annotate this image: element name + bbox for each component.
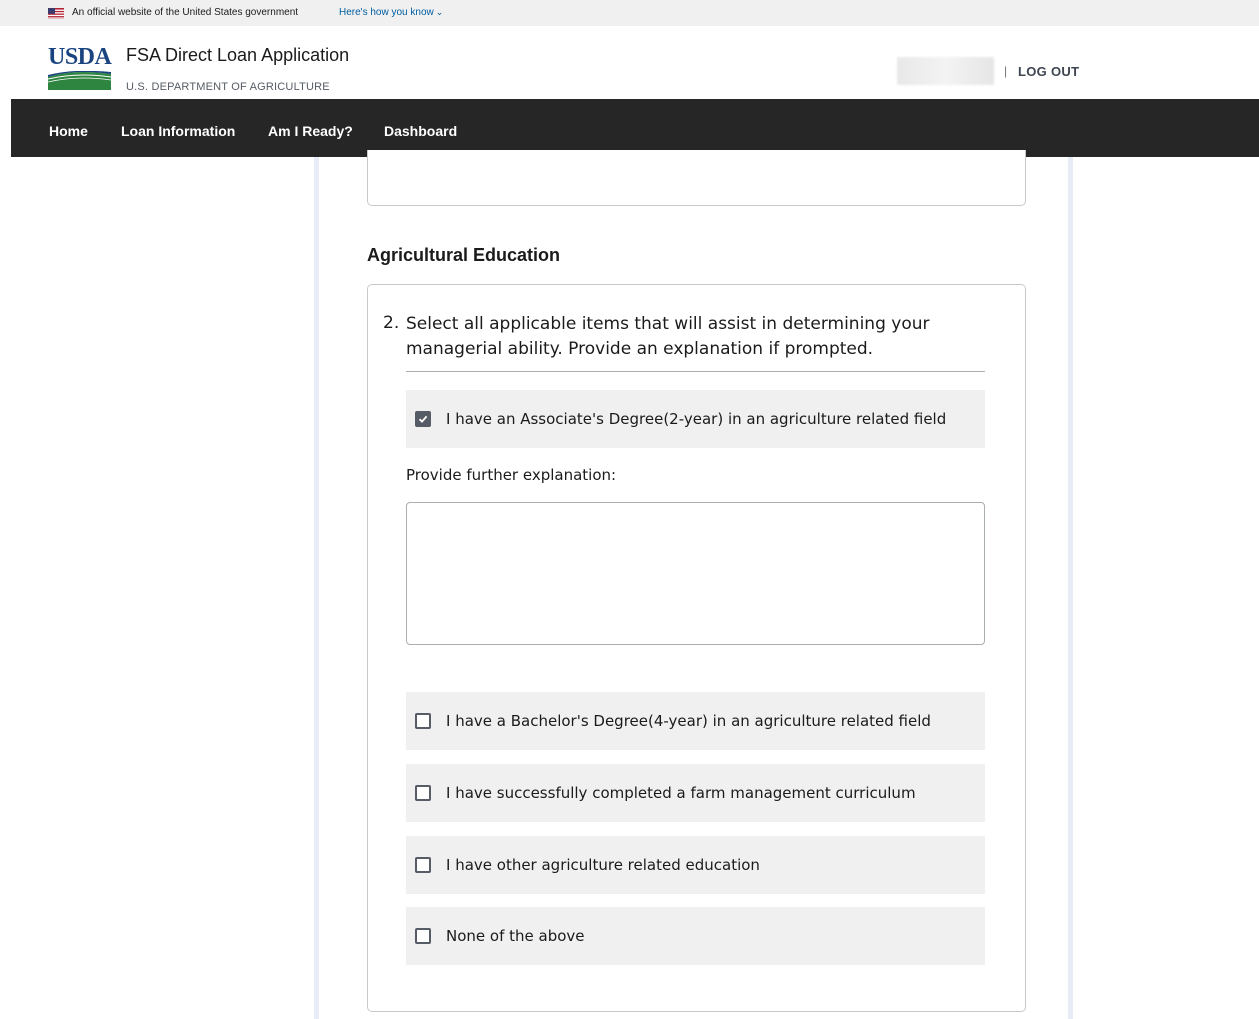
option-label: I have other agriculture related educati…: [446, 856, 760, 874]
main-nav: Home Loan Information Am I Ready? Dashbo…: [11, 99, 1259, 157]
option-other-education[interactable]: I have other agriculture related educati…: [406, 836, 985, 894]
app-title: FSA Direct Loan Application: [126, 45, 350, 65]
previous-question-box: [367, 150, 1026, 206]
nav-item-loan-information[interactable]: Loan Information: [121, 123, 235, 139]
explanation-textarea[interactable]: [406, 502, 985, 645]
checkbox-associates-degree[interactable]: [415, 411, 431, 427]
option-farm-management[interactable]: I have successfully completed a farm man…: [406, 764, 985, 822]
chevron-down-icon: ⌄: [435, 7, 444, 17]
form-container-left-edge: [314, 157, 319, 1019]
checkbox-bachelors-degree[interactable]: [415, 713, 431, 729]
usda-swoosh-icon: [48, 71, 111, 90]
checkbox-other-education[interactable]: [415, 857, 431, 873]
option-label: I have successfully completed a farm man…: [446, 784, 916, 802]
heres-how-you-know-label: Here's how you know: [339, 7, 434, 18]
department-name: U.S. DEPARTMENT OF AGRICULTURE: [126, 81, 330, 93]
nav-item-home[interactable]: Home: [49, 123, 88, 139]
logout-button[interactable]: LOG OUT: [1018, 64, 1079, 79]
usda-logo-text: USDA: [48, 44, 112, 70]
gov-banner-text: An official website of the United States…: [72, 7, 299, 18]
option-label: None of the above: [446, 927, 585, 945]
question-text: Select all applicable items that will as…: [406, 314, 930, 359]
question-divider: [406, 371, 985, 372]
form-container-right-edge: [1068, 157, 1073, 1019]
option-bachelors-degree[interactable]: I have a Bachelor's Degree(4-year) in an…: [406, 692, 985, 750]
option-none-of-the-above[interactable]: None of the above: [406, 907, 985, 965]
site-header: USDA FSA Direct Loan Application U.S. DE…: [0, 26, 1259, 99]
nav-item-dashboard[interactable]: Dashboard: [384, 123, 457, 139]
heres-how-you-know-link[interactable]: Here's how you know ⌄: [339, 7, 443, 18]
checkmark-icon: [418, 415, 428, 423]
checkbox-none-of-the-above[interactable]: [415, 928, 431, 944]
user-name-redacted: [897, 57, 994, 85]
gov-banner: An official website of the United States…: [0, 0, 1259, 26]
us-flag-icon: [48, 8, 64, 19]
nav-item-am-i-ready[interactable]: Am I Ready?: [268, 123, 353, 139]
option-label: I have an Associate's Degree(2-year) in …: [446, 410, 947, 428]
option-associates-degree[interactable]: I have an Associate's Degree(2-year) in …: [406, 390, 985, 448]
header-separator: |: [1004, 64, 1008, 78]
question-number: 2.: [383, 313, 400, 333]
checkbox-farm-management[interactable]: [415, 785, 431, 801]
option-label: I have a Bachelor's Degree(4-year) in an…: [446, 712, 931, 730]
explanation-label: Provide further explanation:: [406, 466, 617, 484]
usda-logo[interactable]: USDA: [48, 44, 112, 90]
section-title: Agricultural Education: [367, 245, 561, 265]
